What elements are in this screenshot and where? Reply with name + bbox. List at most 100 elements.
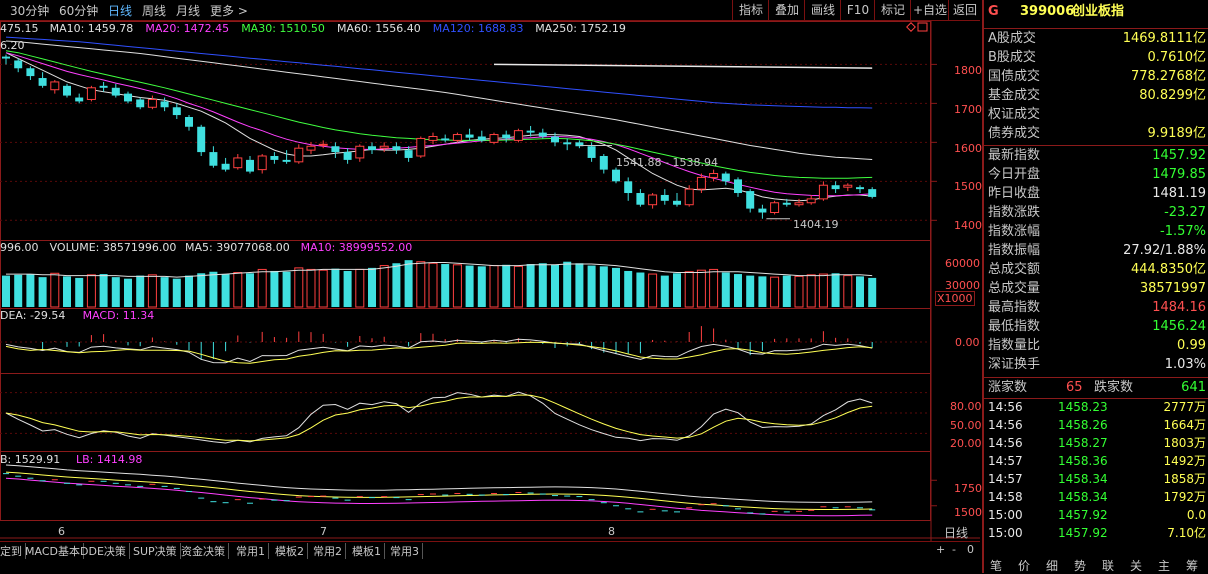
stat-label: 指数涨幅 xyxy=(988,224,1041,239)
vol-unit: X1000 xyxy=(935,291,975,306)
tab-daily[interactable]: 日线 xyxy=(108,2,132,19)
stat-row: A股成交 1469.8111亿 xyxy=(984,29,1208,48)
volume-bar-up xyxy=(709,268,719,308)
legend-item: MACD: 11.34 xyxy=(82,309,155,322)
volume-bar-down xyxy=(758,276,767,307)
candle-body-down xyxy=(282,159,291,162)
macd-dea-line xyxy=(5,341,873,364)
volume-bar-down xyxy=(563,261,572,307)
volume-bar-down xyxy=(270,270,279,307)
tick-vol: 0.0 xyxy=(1186,508,1206,522)
tick-price: 1458.36 xyxy=(1058,454,1108,468)
zoom-out-button[interactable]: - xyxy=(952,543,959,556)
template-tab-0[interactable]: 定到 xyxy=(0,543,26,559)
ma-line-ma60 xyxy=(5,40,873,160)
boll-mid-line xyxy=(5,471,873,510)
flag-g-label: G xyxy=(988,4,999,19)
tick-vol: 2777万 xyxy=(1163,400,1206,414)
overlay-button[interactable]: 叠加 xyxy=(768,0,805,20)
tab-weekly[interactable]: 周线 xyxy=(142,2,166,19)
legend-item: LB: 1414.98 xyxy=(76,453,143,466)
template-tab-common2[interactable]: 常用2 xyxy=(313,543,346,559)
candle-body-up xyxy=(818,184,828,200)
legend-item: MA120: 1688.83 xyxy=(432,22,524,35)
volume-bar-down xyxy=(209,271,218,307)
sidebar-tab[interactable]: 联 xyxy=(1102,557,1114,574)
tab-more[interactable]: 更多 > xyxy=(210,2,248,19)
legend-item: MA250: 1752.19 xyxy=(535,22,626,35)
zoom-reset-button[interactable]: 0 xyxy=(967,543,977,556)
candle-body-down xyxy=(343,152,352,160)
volume-bar-up xyxy=(233,272,243,308)
candle-body-down xyxy=(758,208,767,213)
zoom-in-button[interactable]: + xyxy=(936,543,948,556)
candle-body-down xyxy=(2,56,10,59)
volume-bar-down xyxy=(538,263,547,307)
sidebar-tab[interactable]: 筹 xyxy=(1186,557,1198,574)
volume-bar-down xyxy=(831,273,840,307)
candle-body-down xyxy=(124,93,132,102)
volume-bar-down xyxy=(38,277,47,307)
tick-vol: 1858万 xyxy=(1163,472,1206,486)
sidebar-tab[interactable]: 关 xyxy=(1130,557,1142,574)
date-label-7: 7 xyxy=(320,525,327,538)
volume-bar-down xyxy=(441,264,450,307)
candle-body-up xyxy=(794,202,804,206)
candle-body-down xyxy=(734,179,742,194)
volume-bar-down xyxy=(197,273,206,307)
volume-bar-down xyxy=(782,275,791,307)
template-tab-dde[interactable]: DDE决策 xyxy=(80,543,130,559)
tick-price: 1457.92 xyxy=(1058,508,1108,522)
f10-button[interactable]: F10 xyxy=(840,0,875,20)
tick-time: 14:56 xyxy=(988,418,1023,432)
sidebar-tab[interactable]: 细 xyxy=(1046,557,1058,574)
tab-60min[interactable]: 60分钟 xyxy=(59,2,98,19)
sidebar-tab[interactable]: 笔 xyxy=(990,557,1002,574)
indicator-button[interactable]: 指标 xyxy=(732,0,769,20)
template-tab-common1[interactable]: 常用1 xyxy=(236,543,269,559)
stat-label: 国债成交 xyxy=(988,69,1041,84)
sidebar-tab[interactable]: 主 xyxy=(1158,557,1170,574)
volume-bar-down xyxy=(404,260,413,307)
mark-button[interactable]: 标记 xyxy=(874,0,911,20)
candle-body-down xyxy=(746,191,755,209)
candle-body-up xyxy=(428,136,438,141)
candle-body-up xyxy=(696,176,706,190)
volume-legend: 996.00 VOLUME: 38571996.00 MA5: 39077068.0… xyxy=(0,241,930,255)
template-tab-common3[interactable]: 常用3 xyxy=(390,543,423,559)
candle-body-up xyxy=(684,188,694,206)
tick-price: 1457.92 xyxy=(1058,526,1108,540)
sidebar-tab[interactable]: 势 xyxy=(1074,557,1086,574)
template-tab-tpl1[interactable]: 模板1 xyxy=(352,543,385,559)
tick-time: 14:57 xyxy=(988,472,1023,486)
tick-time: 14:56 xyxy=(988,436,1023,450)
quote-sidebar: G 399006 创业板指 A股成交 1469.8111亿 B股成交 0.7610亿国… xyxy=(982,0,1208,573)
add-watchlist-button[interactable]: +自选 xyxy=(910,0,949,20)
legend-item: MA20: 1472.45 xyxy=(145,22,230,35)
kdj-k-line xyxy=(5,391,873,444)
tick-row: 14:57 1458.36 1492万 xyxy=(984,452,1208,470)
tick-row: 14:58 1458.34 1792万 xyxy=(984,488,1208,506)
tab-monthly[interactable]: 月线 xyxy=(176,2,200,19)
template-bar: 定到 MACD基本 DDE决策 SUP决策 资金决策 常用1 模板2 常用2 模… xyxy=(0,541,980,559)
candle-body-down xyxy=(246,159,254,172)
template-tab-fund[interactable]: 资金决策 xyxy=(181,543,229,559)
stat-value: 1484.16 xyxy=(1152,300,1206,315)
back-button[interactable]: 返回 xyxy=(948,0,981,20)
draw-line-button[interactable]: 画线 xyxy=(804,0,841,20)
stat-label: 权证成交 xyxy=(988,107,1041,122)
sidebar-tab[interactable]: 价 xyxy=(1018,557,1030,574)
candle-body-down xyxy=(660,194,669,201)
tab-30min[interactable]: 30分钟 xyxy=(10,2,49,19)
template-tab-tpl2[interactable]: 模板2 xyxy=(275,543,308,559)
stat-label: 深证换手 xyxy=(988,357,1041,372)
volume-bar-up xyxy=(306,268,316,308)
candle-body-down xyxy=(26,68,35,77)
volume-bar-down xyxy=(111,277,120,307)
template-tab-sup[interactable]: SUP决策 xyxy=(133,543,181,559)
price-axis-1400: 1400 xyxy=(954,219,982,232)
kdj-d-line xyxy=(5,394,873,442)
volume-bar-down xyxy=(172,278,181,307)
volume-bar-down xyxy=(246,273,254,307)
template-tab-macd[interactable]: MACD基本 xyxy=(25,543,84,559)
